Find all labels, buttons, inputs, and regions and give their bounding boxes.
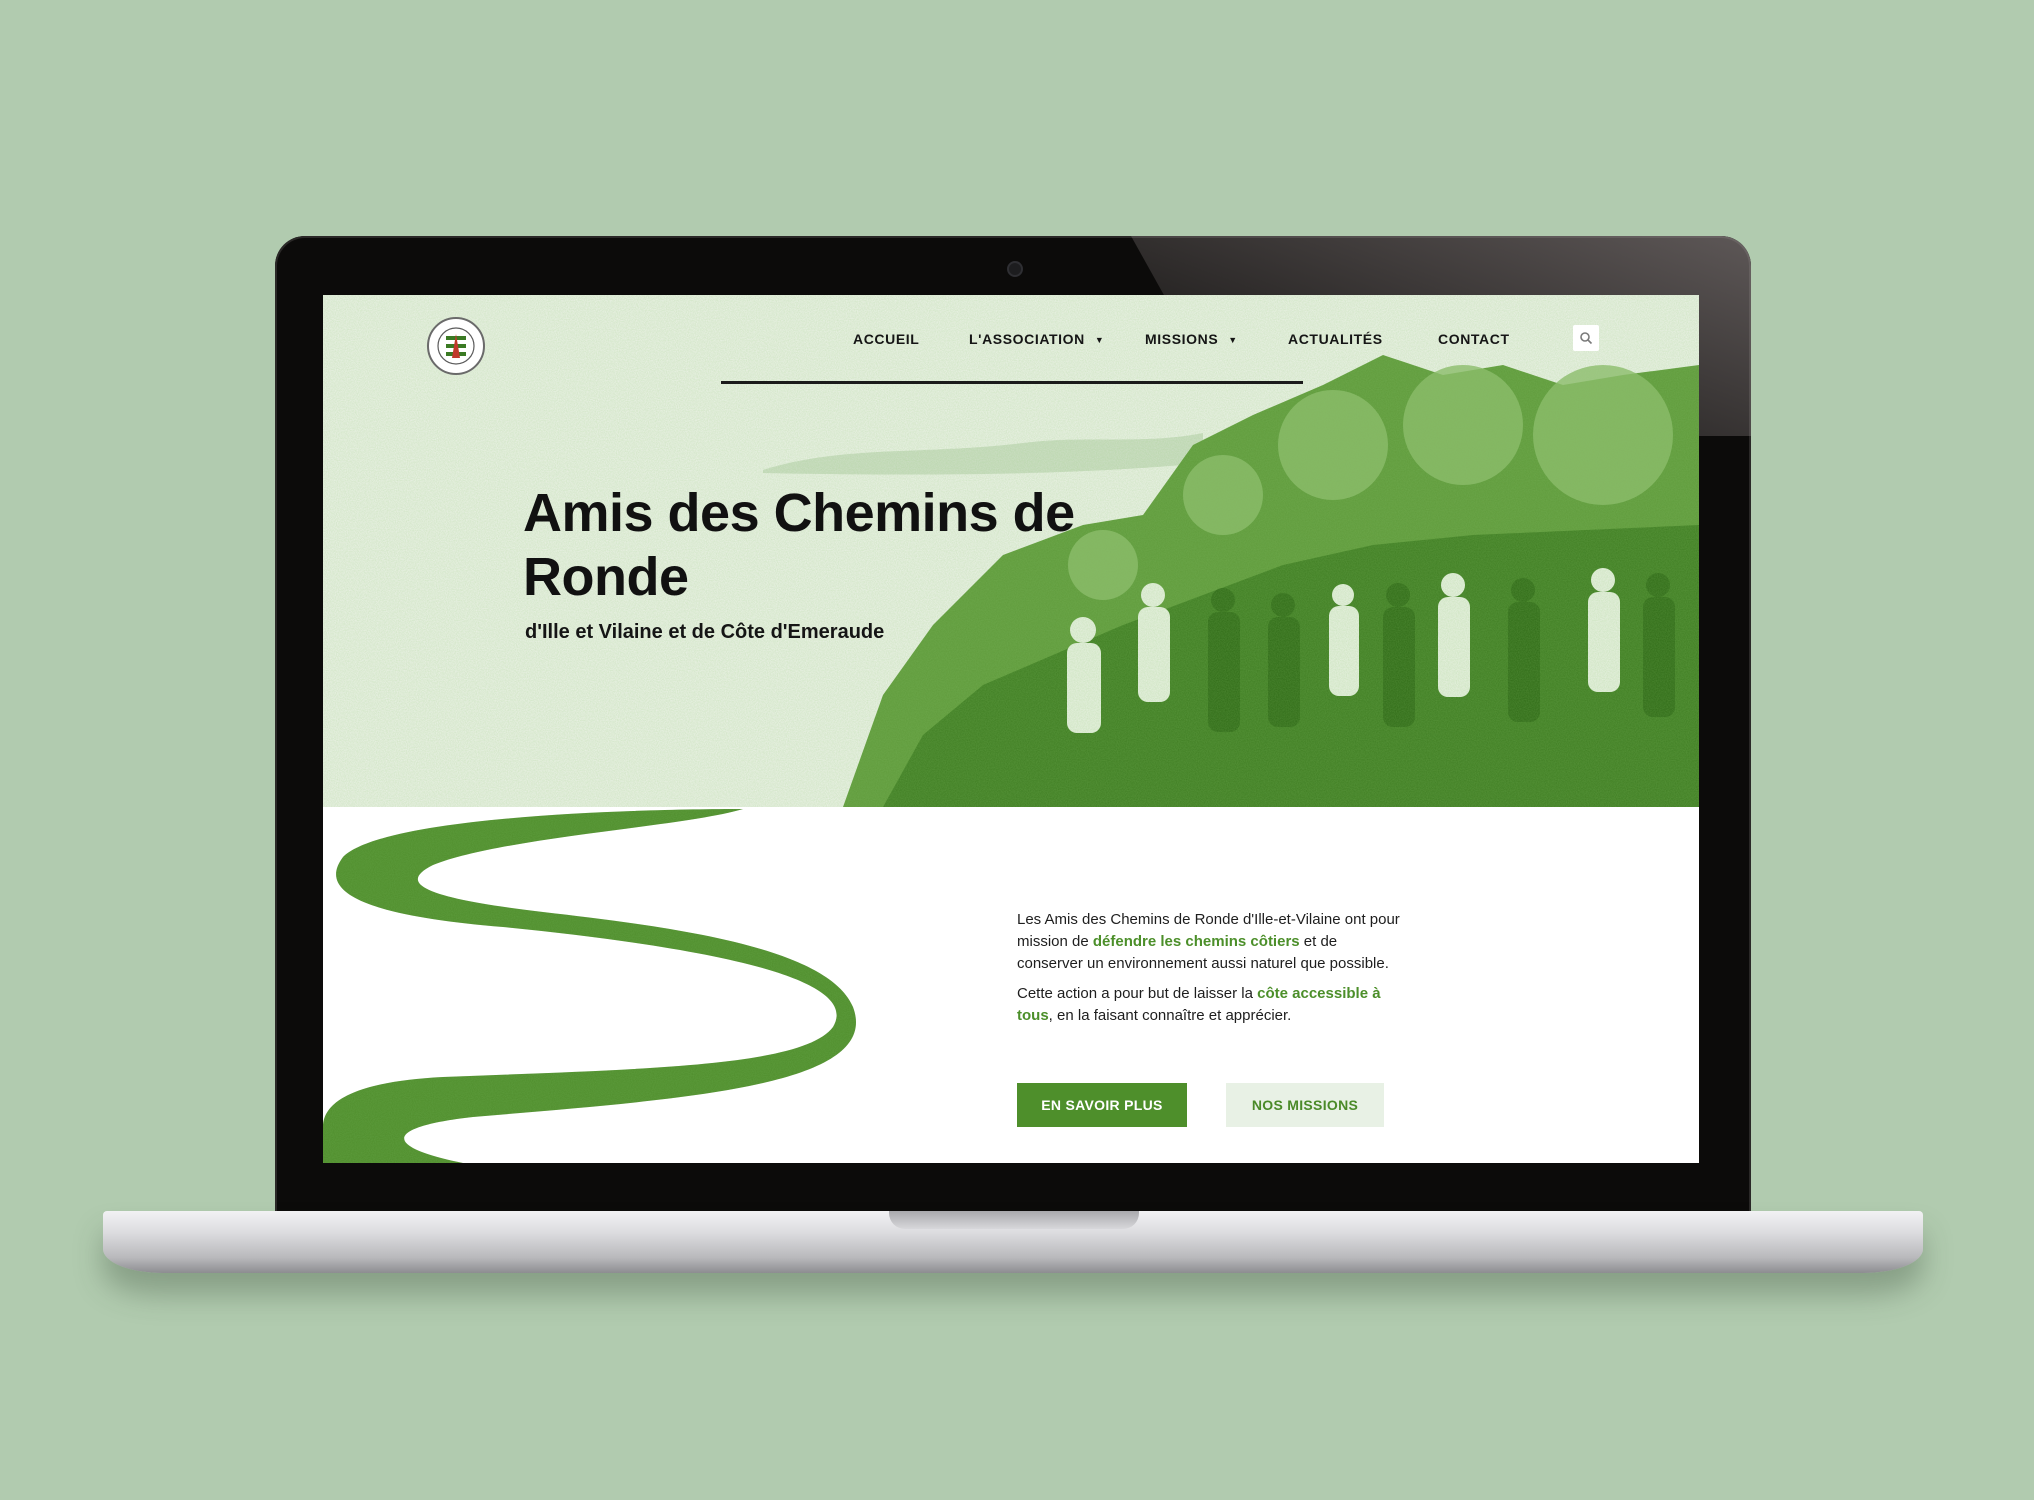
nav-accueil-label: ACCUEIL: [853, 331, 920, 347]
page-subtitle: d'Ille et Vilaine et de Côte d'Emeraude: [525, 621, 885, 643]
page-title: Amis des Chemins de Ronde: [523, 483, 1075, 607]
webcam: [1007, 261, 1023, 277]
intro-paragraph-1: Les Amis des Chemins de Ronde d'Ille-et-…: [1017, 909, 1402, 975]
nav-missions-label: MISSIONS: [1145, 331, 1219, 347]
nav-association[interactable]: L'ASSOCIATION ▼: [969, 331, 1104, 347]
nav-missions[interactable]: MISSIONS ▼: [1145, 331, 1238, 347]
nav-underline: [721, 381, 1303, 384]
laptop-notch: [889, 1211, 1139, 1229]
search-button[interactable]: [1573, 325, 1599, 351]
intro-text: Les Amis des Chemins de Ronde d'Ille-et-…: [1017, 909, 1402, 1035]
nos-missions-button[interactable]: NOS MISSIONS: [1226, 1083, 1384, 1127]
nav-actualites-label: ACTUALITÉS: [1288, 331, 1383, 347]
laptop-base: [103, 1211, 1923, 1273]
intro-p2-start: Cette action a pour but de laisser la: [1017, 985, 1258, 1002]
nav-contact[interactable]: CONTACT: [1438, 331, 1510, 347]
search-icon: [1580, 332, 1593, 345]
nav-association-label: L'ASSOCIATION: [969, 331, 1085, 347]
main-navigation: ACCUEIL L'ASSOCIATION ▼ MISSIONS ▼ ACTUALI…: [323, 295, 1699, 385]
chevron-down-icon: ▼: [1228, 335, 1238, 345]
nav-accueil[interactable]: ACCUEIL: [853, 331, 919, 347]
nav-contact-label: CONTACT: [1438, 331, 1510, 347]
intro-p2-end: , en la faisant connaître et apprécier.: [1048, 1007, 1292, 1024]
intro-paragraph-2: Cette action a pour but de laisser la cô…: [1017, 983, 1402, 1027]
en-savoir-plus-button[interactable]: EN SAVOIR PLUS: [1017, 1083, 1187, 1127]
browser-viewport: ACCUEIL L'ASSOCIATION ▼ MISSIONS ▼ ACTUALI…: [323, 295, 1699, 1163]
chevron-down-icon: ▼: [1094, 335, 1105, 345]
winding-path-image: [323, 809, 856, 1163]
nav-actualites[interactable]: ACTUALITÉS: [1288, 331, 1383, 347]
link-defendre-chemins[interactable]: défendre les chemins côtiers: [1093, 933, 1300, 950]
